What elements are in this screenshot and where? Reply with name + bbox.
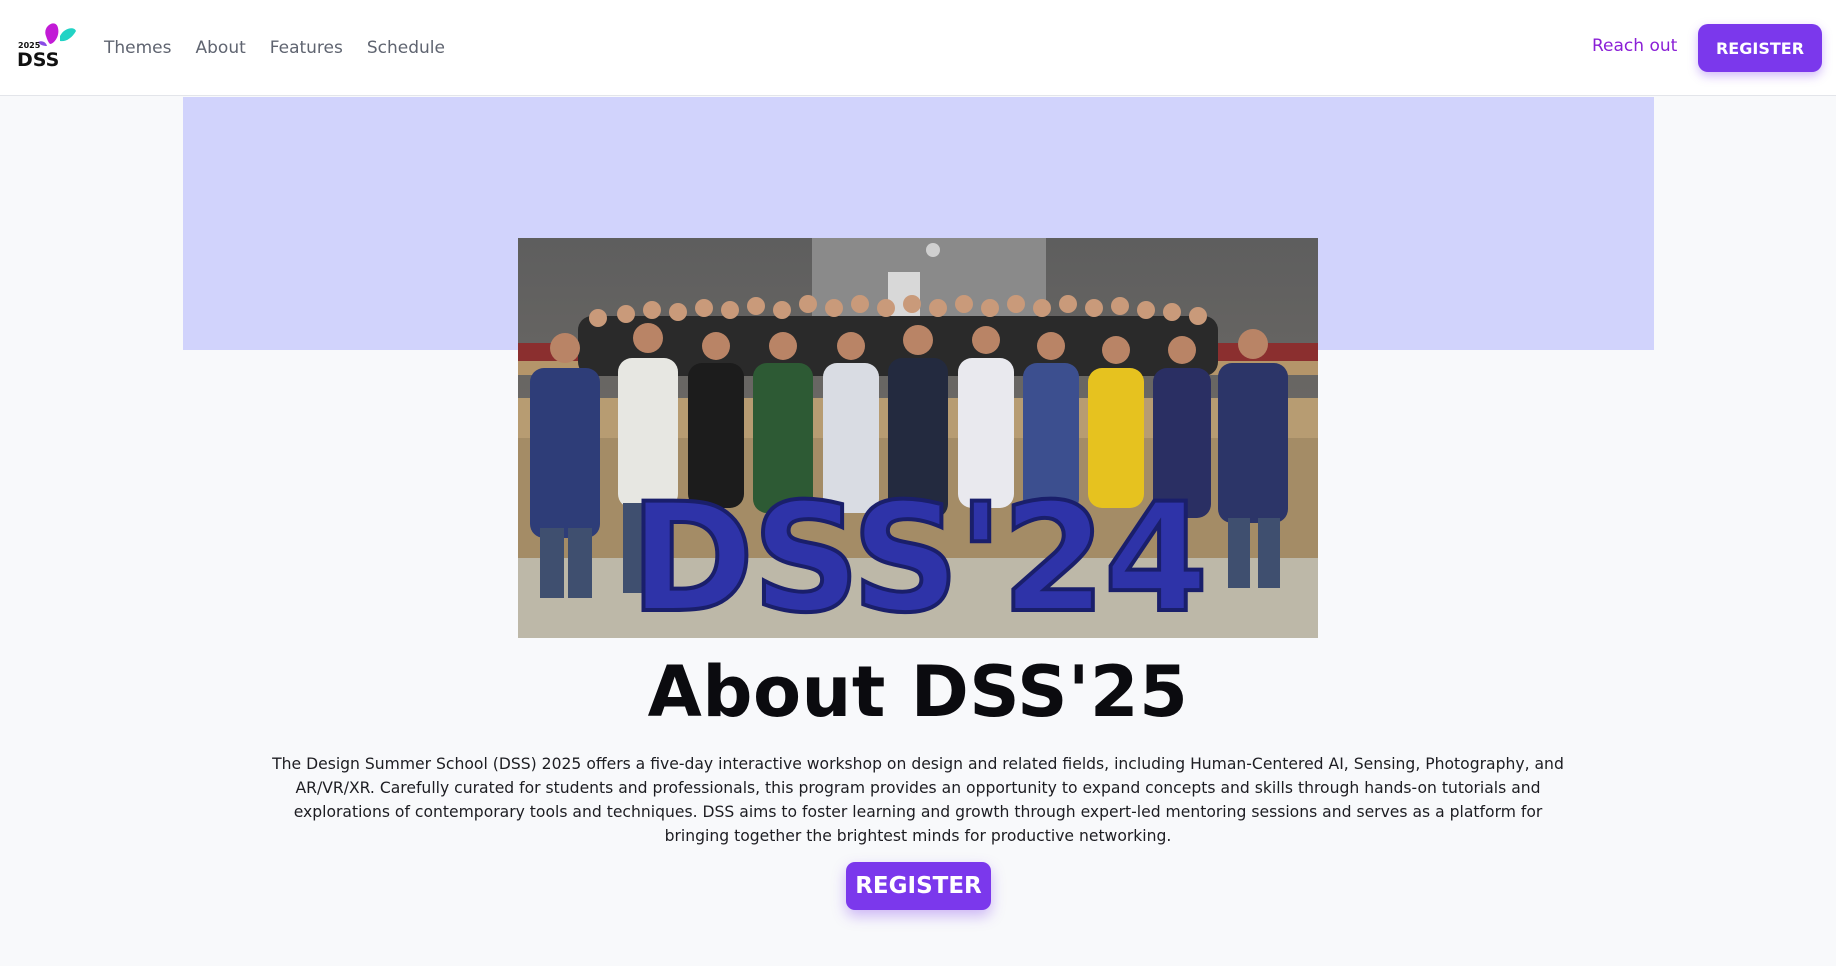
top-nav: 2025 DSS Themes About Features Schedule … [0,0,1836,96]
about-title: About DSS'25 [647,651,1189,733]
nav-about[interactable]: About [196,38,246,58]
primary-nav: Themes About Features Schedule [104,0,469,96]
group-photo: DSS'24 [518,238,1318,638]
photo-sign: DSS'24 [630,472,1207,638]
nav-schedule[interactable]: Schedule [367,38,445,58]
nav-features[interactable]: Features [270,38,343,58]
about-description: The Design Summer School (DSS) 2025 offe… [272,755,1564,845]
reach-out-link[interactable]: Reach out [1592,36,1677,56]
dss-logo[interactable]: 2025 DSS [16,20,80,71]
register-button-main[interactable]: REGISTER [846,862,991,910]
register-button-header[interactable]: REGISTER [1698,24,1822,72]
nav-themes[interactable]: Themes [104,38,172,58]
logo-text: DSS [17,49,59,70]
